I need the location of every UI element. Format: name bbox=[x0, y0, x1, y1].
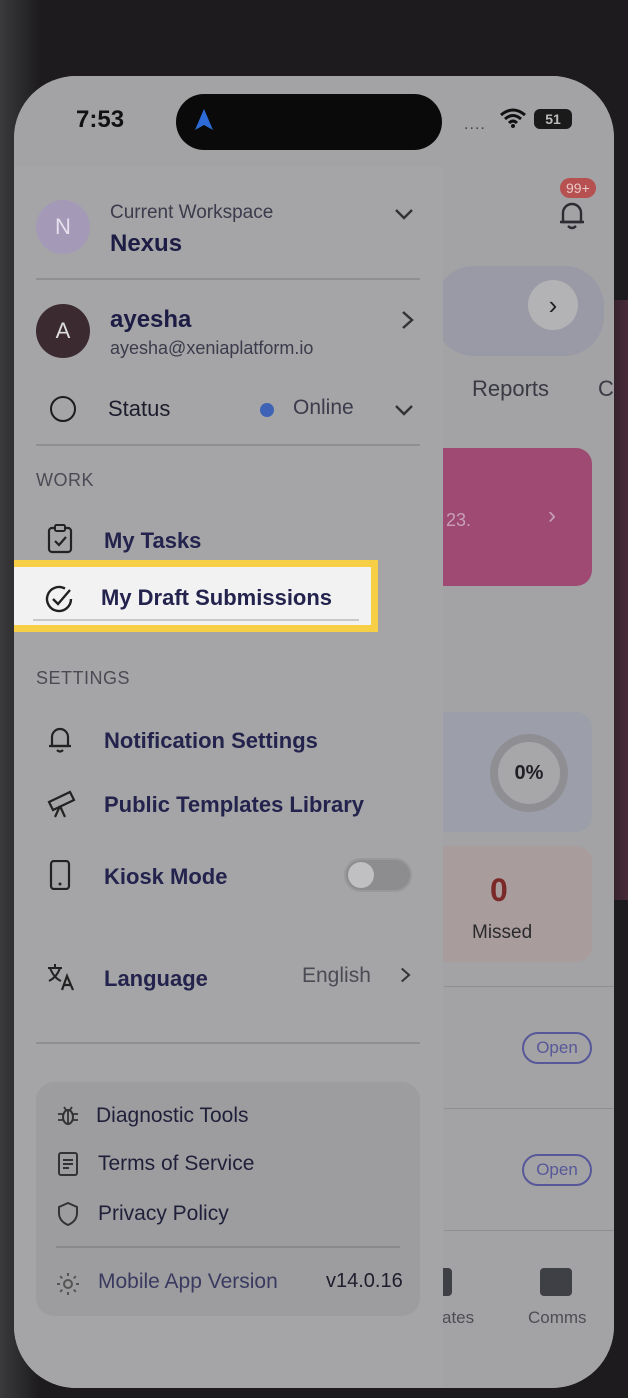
status-chevron-down-icon[interactable] bbox=[392, 398, 416, 422]
bell-icon bbox=[49, 727, 71, 753]
notification-bell-icon[interactable] bbox=[558, 200, 586, 230]
nav-comms-label[interactable]: Comms bbox=[528, 1308, 587, 1328]
telescope-icon bbox=[47, 790, 76, 818]
phone-screen: 99+ › Reports C 23. › 0% 0 Missed Open O… bbox=[14, 76, 614, 1388]
circle-check-icon bbox=[45, 585, 73, 613]
workspace-label: Current Workspace bbox=[110, 202, 274, 223]
progress-ring: 0% bbox=[490, 734, 568, 812]
user-email: ayesha@xeniaplatform.io bbox=[110, 338, 314, 358]
drawer-divider bbox=[36, 278, 420, 280]
open-badge[interactable]: Open bbox=[522, 1032, 592, 1064]
user-avatar: A bbox=[36, 304, 90, 358]
open-badge[interactable]: Open bbox=[522, 1154, 592, 1186]
workspace-name[interactable]: Nexus bbox=[110, 230, 182, 258]
tab-reports[interactable]: Reports bbox=[472, 376, 549, 402]
notification-count-badge: 99+ bbox=[560, 178, 596, 198]
tablet-icon bbox=[49, 860, 71, 890]
bug-icon bbox=[58, 1106, 78, 1125]
nav-templates-label[interactable]: ates bbox=[442, 1308, 474, 1328]
comms-nav-icon[interactable] bbox=[540, 1268, 572, 1296]
background-banner bbox=[434, 266, 604, 356]
banner-next-button[interactable]: › bbox=[528, 280, 578, 330]
list-divider bbox=[444, 986, 614, 987]
menu-item-language[interactable]: Language bbox=[104, 966, 208, 992]
user-name[interactable]: ayesha bbox=[110, 306, 191, 334]
menu-item-public-templates-library[interactable]: Public Templates Library bbox=[104, 792, 364, 818]
mobile-app-version-value: v14.0.16 bbox=[326, 1270, 403, 1292]
status-value[interactable]: Online bbox=[293, 396, 354, 420]
workspace-avatar: N bbox=[36, 200, 90, 254]
translate-icon bbox=[48, 964, 75, 991]
drawer-divider bbox=[36, 1042, 420, 1044]
wifi-icon bbox=[500, 108, 526, 128]
highlight-underline bbox=[33, 619, 359, 621]
section-title-settings: SETTINGS bbox=[36, 668, 131, 688]
drawer-divider bbox=[36, 444, 420, 446]
footer-item-terms-of-service[interactable]: Terms of Service bbox=[98, 1152, 254, 1176]
profile-chevron-right-icon[interactable] bbox=[396, 309, 418, 331]
footer-divider bbox=[56, 1246, 400, 1248]
tab-partial[interactable]: C bbox=[598, 376, 614, 402]
workspace-chevron-down-icon[interactable] bbox=[392, 202, 416, 226]
language-value: English bbox=[302, 964, 371, 987]
footer-item-privacy-policy[interactable]: Privacy Policy bbox=[98, 1202, 229, 1226]
list-divider bbox=[444, 1108, 614, 1109]
list-divider bbox=[444, 1230, 614, 1231]
gear-icon bbox=[57, 1273, 79, 1295]
footer-item-diagnostic-tools[interactable]: Diagnostic Tools bbox=[96, 1104, 249, 1128]
menu-item-notification-settings[interactable]: Notification Settings bbox=[104, 728, 318, 754]
clipboard-check-icon bbox=[47, 524, 73, 554]
toggle-knob bbox=[348, 862, 374, 888]
status-label: Status bbox=[108, 396, 171, 421]
side-drawer: N Current Workspace Nexus A ayesha ayesh… bbox=[14, 166, 443, 1388]
kiosk-mode-toggle[interactable] bbox=[344, 858, 412, 892]
highlighted-menu-item-my-draft-submissions[interactable]: My Draft Submissions bbox=[14, 560, 378, 632]
online-indicator-dot bbox=[260, 403, 274, 417]
mobile-app-version-label: Mobile App Version bbox=[98, 1270, 278, 1293]
missed-label: Missed bbox=[472, 922, 533, 943]
section-title-work: WORK bbox=[36, 470, 94, 490]
menu-item-my-tasks[interactable]: My Tasks bbox=[104, 528, 201, 554]
menu-item-kiosk-mode[interactable]: Kiosk Mode bbox=[104, 864, 227, 890]
menu-item-my-draft-submissions-label: My Draft Submissions bbox=[101, 585, 333, 610]
promo-card-text: 23. bbox=[446, 510, 472, 530]
navigation-arrow-icon bbox=[195, 109, 213, 130]
document-icon bbox=[58, 1152, 78, 1176]
signal-icon: .... bbox=[464, 116, 486, 133]
promo-chevron-icon: › bbox=[548, 502, 556, 529]
missed-count: 0 bbox=[490, 872, 508, 908]
shield-icon bbox=[58, 1202, 78, 1226]
status-circle-icon bbox=[50, 396, 76, 422]
language-chevron-right-icon[interactable] bbox=[396, 966, 414, 984]
footer-panel: Diagnostic Tools Terms of Service Privac… bbox=[36, 1082, 420, 1316]
battery-icon: 51 bbox=[534, 109, 572, 129]
status-time: 7:53 bbox=[76, 106, 125, 133]
